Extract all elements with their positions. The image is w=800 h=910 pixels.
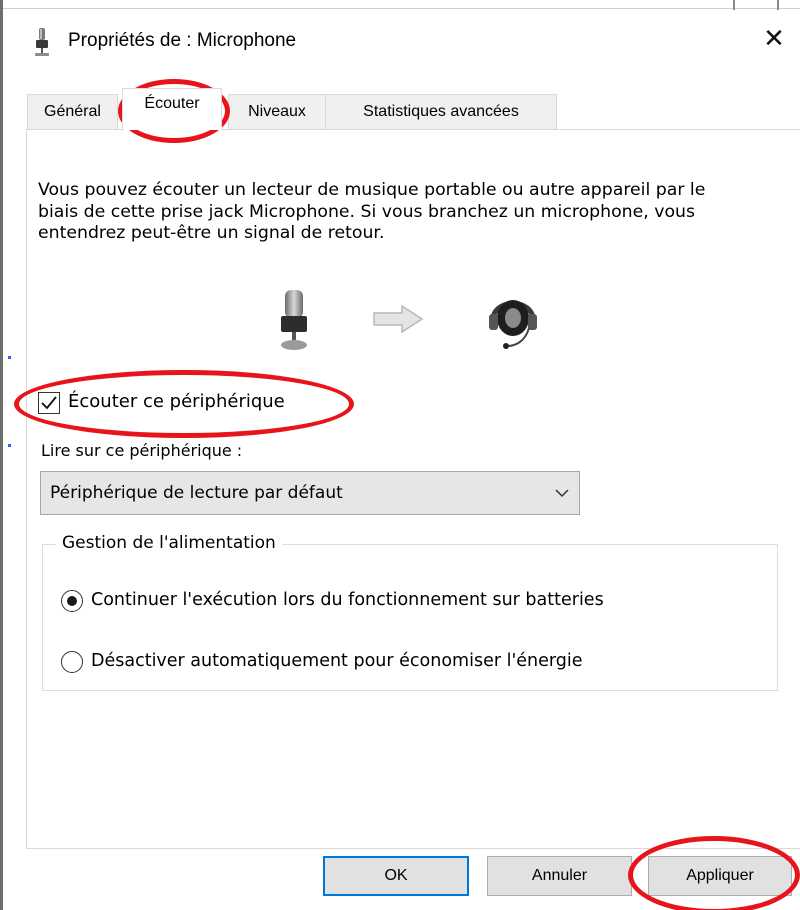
radio-auto-disable-label: Désactiver automatiquement pour économis…: [91, 651, 583, 671]
tab-listen[interactable]: Écouter: [122, 88, 222, 130]
microphone-icon: [281, 290, 307, 350]
stray-pixel: [8, 356, 11, 359]
apply-button[interactable]: Appliquer: [648, 856, 792, 896]
checkmark-icon: [41, 396, 57, 410]
playback-device-value: Périphérique de lecture par défaut: [50, 483, 343, 503]
playback-device-select[interactable]: Périphérique de lecture par défaut: [40, 471, 580, 515]
microphone-icon: [35, 28, 49, 56]
close-button[interactable]: ✕: [757, 22, 791, 56]
radio-button[interactable]: [61, 651, 83, 673]
playback-device-label: Lire sur ce périphérique :: [41, 441, 243, 460]
arrow-right-icon: [373, 304, 424, 334]
tab-advanced-stats[interactable]: Statistiques avancées: [325, 94, 557, 129]
tab-levels[interactable]: Niveaux: [228, 94, 326, 129]
radio-button[interactable]: [61, 590, 83, 612]
stray-pixel: [8, 444, 11, 447]
listen-flow-illustration: [275, 288, 555, 358]
radio-selected-dot: [67, 596, 77, 606]
listen-description: Vous pouvez écouter un lecteur de musiqu…: [38, 180, 706, 243]
window-title: Propriétés de : Microphone: [68, 30, 297, 51]
screenshot-stage: Propriétés de : Microphone ✕ Général Éco…: [0, 0, 800, 910]
tab-general[interactable]: Général: [27, 94, 118, 129]
chevron-down-icon: [555, 489, 569, 498]
listen-checkbox-label: Écouter ce périphérique: [68, 391, 285, 412]
close-icon: ✕: [763, 24, 785, 54]
cancel-button[interactable]: Annuler: [487, 856, 632, 896]
background-window-divider: [733, 0, 735, 10]
background-window-edge: [0, 0, 800, 9]
power-management-title: Gestion de l'alimentation: [56, 533, 282, 553]
background-window-divider: [777, 0, 779, 10]
ok-button[interactable]: OK: [323, 856, 469, 896]
checkbox-box[interactable]: [38, 392, 60, 414]
headset-icon: [489, 300, 537, 349]
radio-continue-label: Continuer l'exécution lors du fonctionne…: [91, 590, 604, 610]
dialog-left-border: [0, 0, 3, 910]
